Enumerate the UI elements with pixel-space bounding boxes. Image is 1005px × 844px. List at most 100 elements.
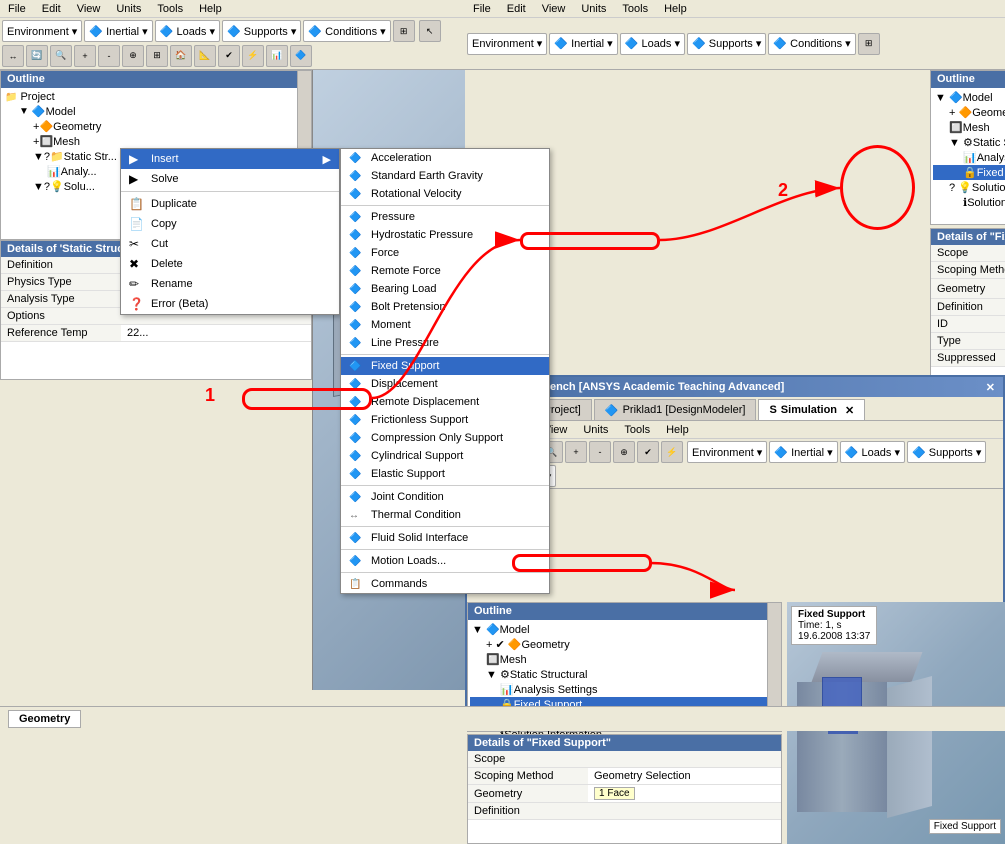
tree-project[interactable]: 📁 Project [3, 90, 309, 104]
tab-designmodeler[interactable]: 🔷 Priklad1 [DesignModeler] [594, 399, 757, 420]
toolbar-icon-4[interactable]: 🔍 [50, 45, 72, 67]
aw-supports-btn[interactable]: 🔷 Supports ▾ [907, 441, 986, 463]
right-loads-btn[interactable]: 🔷 Loads ▾ [620, 33, 685, 55]
right-menu-units[interactable]: Units [577, 2, 610, 16]
rt-tree-geometry[interactable]: + 🔶 Geometry [933, 105, 1005, 120]
ctx-delete[interactable]: ✖ Delete [121, 254, 339, 274]
right-env-btn[interactable]: Environment ▾ [467, 33, 547, 55]
ctx-cut[interactable]: ✂ Cut [121, 234, 339, 254]
aw-env-btn[interactable]: Environment ▾ [687, 441, 767, 463]
aw-inertial-btn[interactable]: 🔷 Inertial ▾ [769, 441, 837, 463]
sub-fluid-solid[interactable]: 🔷 Fluid Solid Interface [341, 529, 549, 547]
toolbar-icon-14[interactable]: 🔷 [290, 45, 312, 67]
aw-toolbar-icon-7[interactable]: ⊕ [613, 441, 635, 463]
menu-file[interactable]: File [4, 2, 30, 16]
right-menu-edit[interactable]: Edit [503, 2, 530, 16]
rt-tree-solution-info[interactable]: ℹ Solution Information [933, 195, 1005, 210]
sub-bearing-load[interactable]: 🔷 Bearing Load [341, 280, 549, 298]
ctx-duplicate[interactable]: 📋 Duplicate [121, 194, 339, 214]
right-menu-help[interactable]: Help [660, 2, 691, 16]
sub-bolt[interactable]: 🔷 Bolt Pretension [341, 298, 549, 316]
sub-rotational-velocity[interactable]: 🔷 Rotational Velocity [341, 185, 549, 203]
sub-earth-gravity[interactable]: 🔷 Standard Earth Gravity [341, 167, 549, 185]
toolbar-env-btn[interactable]: Environment ▾ [2, 20, 82, 42]
tab-simulation[interactable]: S Simulation ✕ [758, 399, 865, 420]
rt-tree-analysis-settings[interactable]: 📊 Analysis Settings [933, 150, 1005, 165]
sub-acceleration[interactable]: 🔷 Acceleration [341, 149, 549, 167]
sub-thermal[interactable]: ↔ Thermal Condition [341, 506, 549, 524]
aw-toolbar-icon-5[interactable]: + [565, 441, 587, 463]
aw-tools[interactable]: Tools [620, 423, 654, 437]
menu-view[interactable]: View [73, 2, 105, 16]
sub-cylindrical[interactable]: 🔷 Cylindrical Support [341, 447, 549, 465]
aw-units[interactable]: Units [579, 423, 612, 437]
toolbar-icon-7[interactable]: ⊕ [122, 45, 144, 67]
toolbar-icon-9[interactable]: 🏠 [170, 45, 192, 67]
aw-tree-model[interactable]: ▼ 🔷 Model [470, 622, 779, 637]
tree-geometry[interactable]: + 🔶 Geometry [3, 119, 309, 134]
sub-hydrostatic[interactable]: 🔷 Hydrostatic Pressure [341, 226, 549, 244]
toolbar-icon-5[interactable]: + [74, 45, 96, 67]
toolbar-icon-10[interactable]: 📐 [194, 45, 216, 67]
sub-motion-loads[interactable]: 🔷 Motion Loads... [341, 552, 549, 570]
menu-tools[interactable]: Tools [153, 2, 187, 16]
toolbar-supports-btn[interactable]: 🔷 Supports ▾ [222, 20, 301, 42]
sub-fixed-support[interactable]: 🔷 Fixed Support [341, 357, 549, 375]
ctx-solve[interactable]: ▶ Solve [121, 169, 339, 189]
toolbar-icon-13[interactable]: 📊 [266, 45, 288, 67]
menu-units[interactable]: Units [112, 2, 145, 16]
sub-line-pressure[interactable]: 🔷 Line Pressure [341, 334, 549, 352]
right-menu-file[interactable]: File [469, 2, 495, 16]
tree-model[interactable]: ▼ 🔷 Model [3, 104, 309, 119]
toolbar-inertial-btn[interactable]: 🔷 Inertial ▾ [84, 20, 152, 42]
toolbar-icon-11[interactable]: ✔ [218, 45, 240, 67]
aw-toolbar-icon-8[interactable]: ✔ [637, 441, 659, 463]
sub-moment[interactable]: 🔷 Moment [341, 316, 549, 334]
ctx-rename[interactable]: ✏ Rename [121, 274, 339, 294]
sub-elastic[interactable]: 🔷 Elastic Support [341, 465, 549, 483]
right-supports-btn[interactable]: 🔷 Supports ▾ [687, 33, 766, 55]
sub-force[interactable]: 🔷 Force [341, 244, 549, 262]
sim-tab-close[interactable]: ✕ [845, 404, 854, 417]
ctx-insert[interactable]: ▶ Insert ▶ [121, 149, 339, 169]
toolbar-icon-12[interactable]: ⚡ [242, 45, 264, 67]
aw-help[interactable]: Help [662, 423, 693, 437]
sub-joint[interactable]: 🔷 Joint Condition [341, 488, 549, 506]
ansys-close-icon[interactable]: ✕ [986, 381, 995, 394]
sub-compression-only[interactable]: 🔷 Compression Only Support [341, 429, 549, 447]
aw-loads-btn[interactable]: 🔷 Loads ▾ [840, 441, 905, 463]
sub-remote-displacement[interactable]: 🔷 Remote Displacement [341, 393, 549, 411]
menu-edit[interactable]: Edit [38, 2, 65, 16]
rt-tree-solution[interactable]: ? 💡 Solution [933, 180, 1005, 195]
menu-help[interactable]: Help [195, 2, 226, 16]
aw-tree-geometry[interactable]: + ✔ 🔶 Geometry [470, 637, 779, 652]
toolbar-icon-6[interactable]: - [98, 45, 120, 67]
ctx-error[interactable]: ❓ Error (Beta) [121, 294, 339, 314]
aw-tree-analysis-settings[interactable]: 📊 Analysis Settings [470, 682, 779, 697]
ctx-copy[interactable]: 📄 Copy [121, 214, 339, 234]
tab-geometry[interactable]: Geometry [8, 710, 81, 728]
sub-remote-force[interactable]: 🔷 Remote Force [341, 262, 549, 280]
rt-tree-static[interactable]: ▼ ⚙ Static Structural [933, 135, 1005, 150]
sub-commands[interactable]: 📋 Commands [341, 575, 549, 593]
aw-toolbar-icon-6[interactable]: - [589, 441, 611, 463]
toolbar-more-btn[interactable]: ⊞ [393, 20, 415, 42]
sub-pressure[interactable]: 🔷 Pressure [341, 208, 549, 226]
right-menu-tools[interactable]: Tools [618, 2, 652, 16]
right-more-btn[interactable]: ⊞ [858, 33, 880, 55]
toolbar-icon-3[interactable]: 🔄 [26, 45, 48, 67]
toolbar-icon-8[interactable]: ⊞ [146, 45, 168, 67]
rt-tree-mesh[interactable]: 🔲 Mesh [933, 120, 1005, 135]
toolbar-loads-btn[interactable]: 🔷 Loads ▾ [155, 20, 220, 42]
right-menu-view[interactable]: View [538, 2, 570, 16]
sub-frictionless[interactable]: 🔷 Frictionless Support [341, 411, 549, 429]
rt-tree-model[interactable]: ▼ 🔷 Model [933, 90, 1005, 105]
aw-tree-static[interactable]: ▼ ⚙ Static Structural [470, 667, 779, 682]
rt-tree-fixed-support[interactable]: 🔒 Fixed Support [933, 165, 1005, 180]
right-conditions-btn[interactable]: 🔷 Conditions ▾ [768, 33, 855, 55]
aw-tree-mesh[interactable]: 🔲 Mesh [470, 652, 779, 667]
toolbar-conditions-btn[interactable]: 🔷 Conditions ▾ [303, 20, 390, 42]
right-inertial-btn[interactable]: 🔷 Inertial ▾ [549, 33, 617, 55]
sub-displacement[interactable]: 🔷 Displacement [341, 375, 549, 393]
tree-mesh[interactable]: + 🔲 Mesh [3, 134, 309, 149]
